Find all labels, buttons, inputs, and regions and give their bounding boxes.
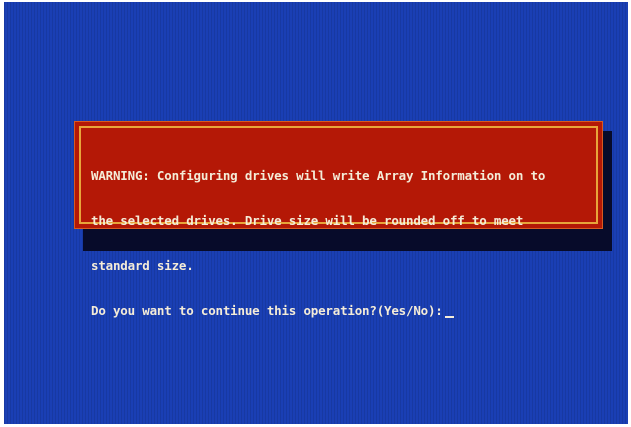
confirm-prompt: Do you want to continue this operation?(…	[91, 303, 443, 318]
confirm-prompt-line[interactable]: Do you want to continue this operation?(…	[91, 303, 596, 318]
warning-message: WARNING: Configuring drives will write A…	[91, 138, 596, 333]
warning-line-1: WARNING: Configuring drives will write A…	[91, 168, 546, 183]
warning-line-3: standard size.	[91, 258, 194, 273]
warning-line-2: the selected drives. Drive size will be …	[91, 213, 524, 228]
text-cursor[interactable]	[444, 316, 454, 318]
